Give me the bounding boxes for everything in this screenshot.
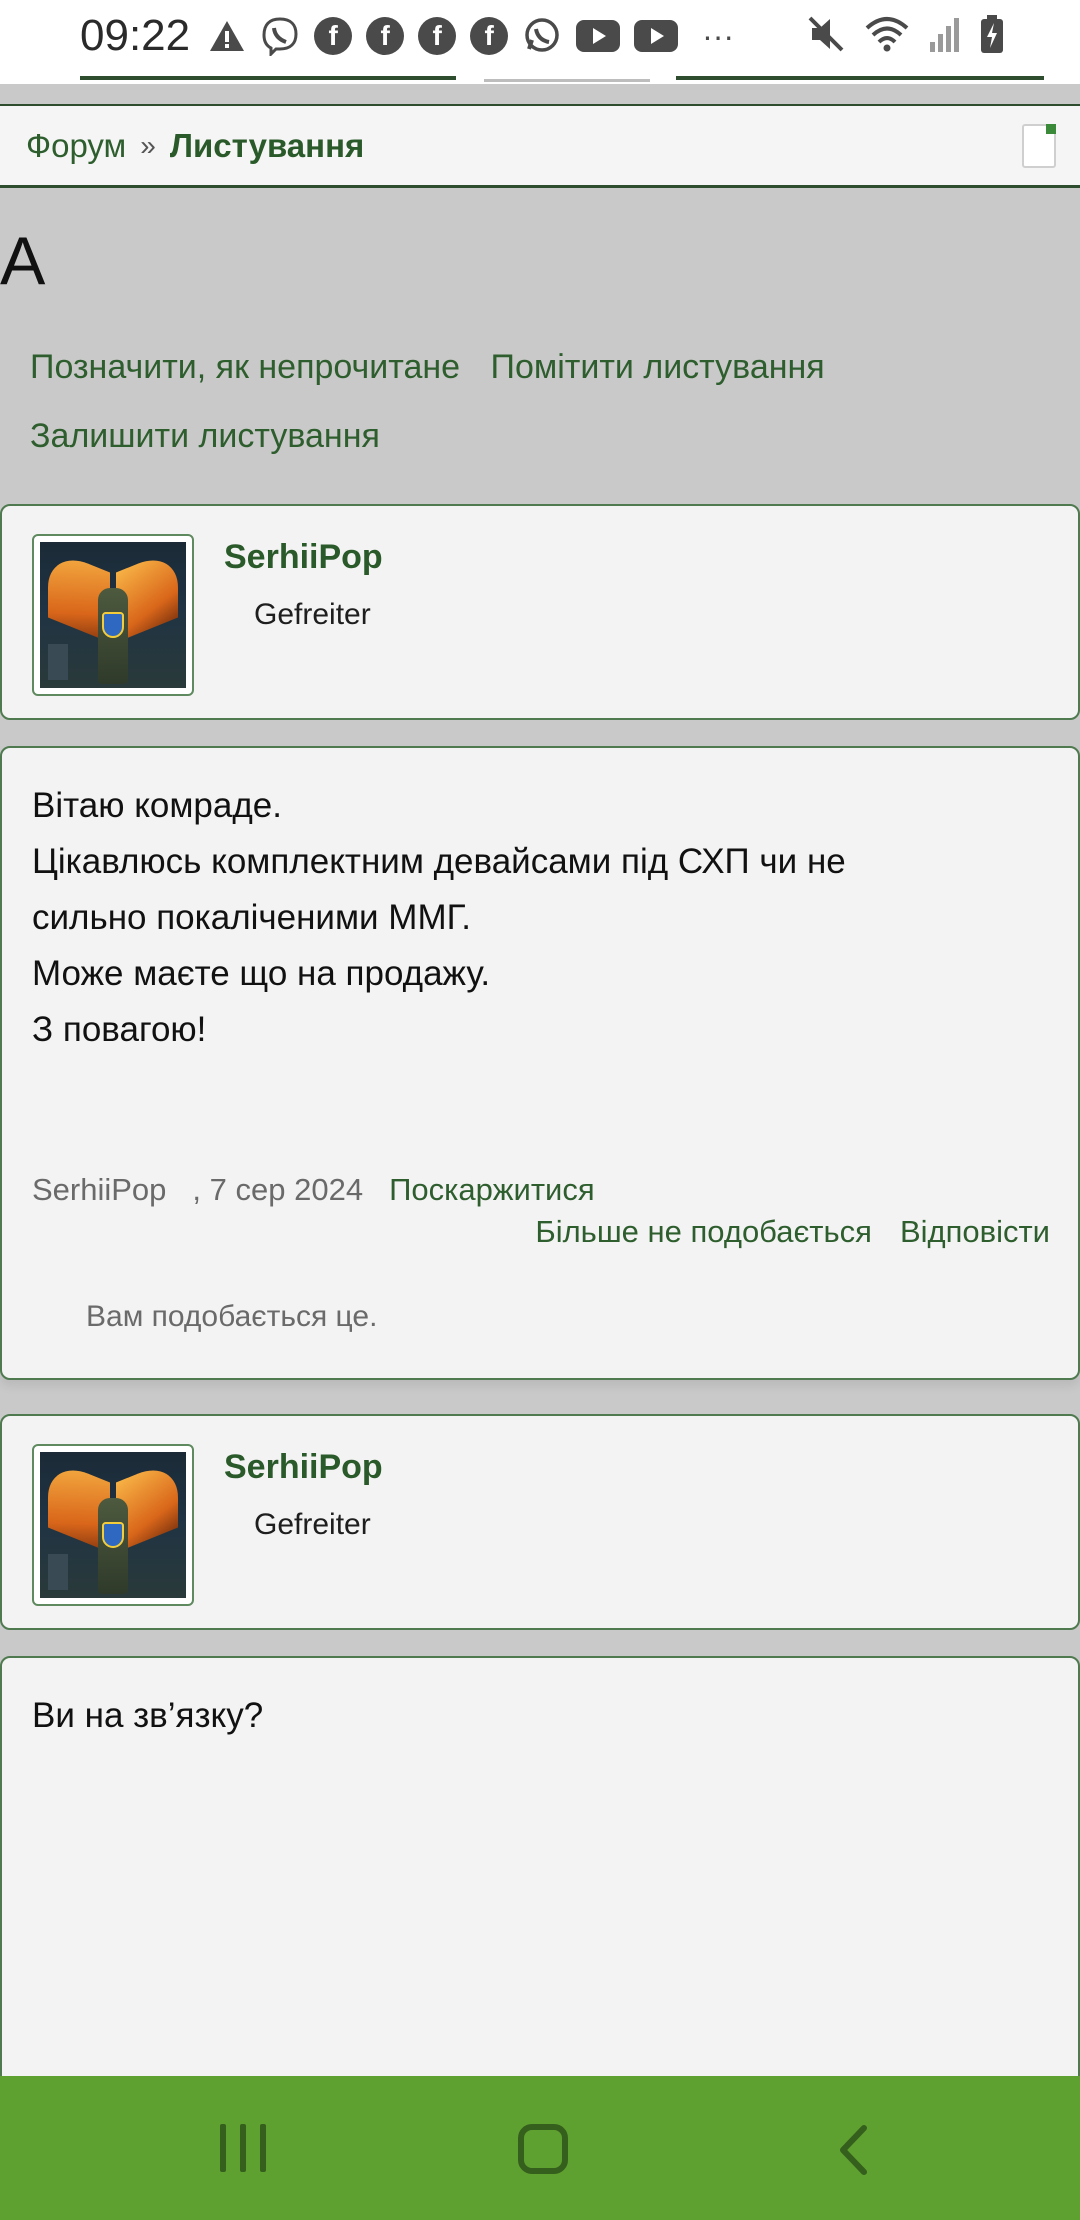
- message-line: З повагою!: [32, 1010, 207, 1049]
- tab-strip: [0, 72, 1080, 84]
- message-body-card: Ви на зв’язку?: [0, 1656, 1080, 2116]
- wifi-icon: [864, 14, 910, 59]
- user-rank: Gefreiter: [254, 1508, 371, 1541]
- message-text: Вітаю комраде. Цікавлюсь комплектним дев…: [32, 778, 846, 1058]
- message-actions: Більше не подобається Відповісти: [535, 1214, 1050, 1250]
- whatsapp-icon: [522, 16, 562, 56]
- user-rank: Gefreiter: [254, 598, 371, 631]
- back-button[interactable]: [838, 2124, 868, 2176]
- message-body-card: Вітаю комраде. Цікавлюсь комплектним дев…: [0, 746, 1080, 1380]
- breadcrumb-separator: »: [140, 129, 156, 161]
- message-date: , 7 сер 2024: [192, 1172, 364, 1207]
- breadcrumb-current[interactable]: Листування: [170, 127, 364, 165]
- more-icon: ···: [702, 17, 735, 54]
- message-line: сильно покаліченими ММГ.: [32, 898, 472, 937]
- system-nav-bar: [0, 2076, 1080, 2220]
- recent-apps-button[interactable]: [220, 2124, 266, 2176]
- message-text: Ви на зв’язку?: [32, 1688, 263, 1744]
- username-link[interactable]: SerhiiPop: [224, 538, 383, 577]
- facebook-icon: f: [314, 17, 353, 55]
- facebook-icon: f: [418, 17, 457, 55]
- tab-indicator[interactable]: [484, 72, 650, 82]
- signal-icon: [928, 14, 962, 59]
- message-meta: SerhiiPop , 7 сер 2024 Поскаржитися: [32, 1172, 595, 1208]
- report-link[interactable]: Поскаржитися: [389, 1172, 595, 1207]
- alert-icon: [208, 19, 246, 53]
- youtube-icon: [576, 20, 621, 52]
- youtube-icon: [634, 20, 679, 52]
- avatar-image: [40, 1452, 186, 1598]
- unlike-link[interactable]: Більше не подобається: [535, 1214, 872, 1249]
- username-link[interactable]: SerhiiPop: [224, 1448, 383, 1487]
- breadcrumb-forum-link[interactable]: Форум: [26, 127, 126, 165]
- conversation-actions: Позначити, як непрочитане Помітити листу…: [30, 348, 1030, 486]
- message-line: Може маєте що на продажу.: [32, 954, 491, 993]
- message-user-card: SerhiiPop Gefreiter: [0, 504, 1080, 720]
- facebook-icon: f: [470, 17, 509, 55]
- message-line: Цікавлюсь комплектним девайсами під СХП …: [32, 842, 846, 881]
- tab-indicator[interactable]: [80, 76, 456, 80]
- status-bar: 09:22 f f f f ···: [0, 0, 1080, 72]
- message-line: Вітаю комраде.: [32, 786, 282, 825]
- mute-icon: [806, 14, 846, 59]
- breadcrumb: Форум » Листування: [0, 104, 1080, 188]
- back-chevron-icon: [840, 2125, 867, 2175]
- viber-icon: [260, 16, 300, 56]
- meta-author-link[interactable]: SerhiiPop: [32, 1172, 166, 1207]
- battery-icon: [980, 14, 1004, 59]
- facebook-icon: f: [366, 17, 405, 55]
- avatar[interactable]: [32, 534, 194, 696]
- leave-conversation-link[interactable]: Залишити листування: [30, 417, 380, 456]
- reply-link[interactable]: Відповісти: [900, 1214, 1050, 1249]
- likes-summary: Вам подобається це.: [86, 1300, 378, 1333]
- document-icon[interactable]: [1022, 124, 1056, 168]
- avatar[interactable]: [32, 1444, 194, 1606]
- mark-unread-link[interactable]: Позначити, як непрочитане: [30, 348, 460, 387]
- avatar-image: [40, 542, 186, 688]
- home-button[interactable]: [518, 2124, 568, 2174]
- star-conversation-link[interactable]: Помітити листування: [491, 348, 825, 387]
- message-line: Ви на зв’язку?: [32, 1696, 264, 1735]
- tab-indicator[interactable]: [676, 76, 1044, 80]
- page-title: А: [0, 223, 46, 299]
- message-user-card: SerhiiPop Gefreiter: [0, 1414, 1080, 1630]
- status-time: 09:22: [80, 11, 191, 60]
